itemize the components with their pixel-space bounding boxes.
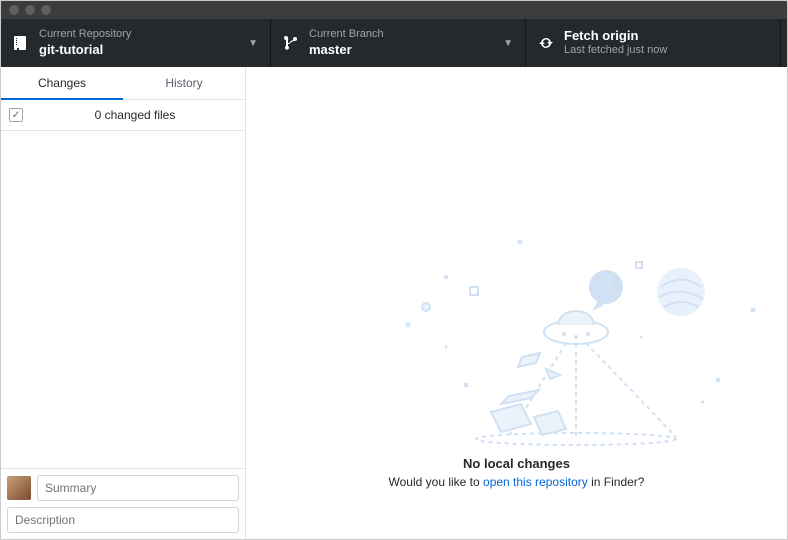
app-window: Current Repository git-tutorial ▼ Curren…	[0, 0, 788, 540]
zoom-dot[interactable]	[41, 5, 51, 15]
branch-switcher[interactable]: Current Branch master ▼	[271, 19, 526, 67]
minimize-dot[interactable]	[25, 5, 35, 15]
fetch-label: Fetch origin	[564, 28, 667, 44]
fetch-button[interactable]: Fetch origin Last fetched just now	[526, 19, 781, 67]
tab-history[interactable]: History	[123, 67, 245, 99]
changes-header: ✓ 0 changed files	[1, 100, 245, 131]
avatar	[7, 476, 31, 500]
svg-text:?: ?	[601, 277, 612, 297]
body: Changes History ✓ 0 changed files	[1, 67, 787, 539]
empty-state-illustration: ?	[246, 237, 786, 497]
titlebar	[1, 1, 787, 19]
tab-changes[interactable]: Changes	[1, 67, 123, 100]
main-pane: ?	[246, 67, 787, 539]
changes-list	[1, 131, 245, 468]
top-toolbar: Current Repository git-tutorial ▼ Curren…	[1, 19, 787, 67]
repo-icon	[13, 35, 29, 51]
chevron-down-icon: ▼	[248, 38, 258, 49]
branch-switcher-label: Current Branch	[309, 28, 384, 42]
chevron-down-icon: ▼	[503, 38, 513, 49]
branch-icon	[283, 35, 299, 51]
sidebar: Changes History ✓ 0 changed files	[1, 67, 246, 539]
repository-switcher[interactable]: Current Repository git-tutorial ▼	[1, 19, 271, 67]
changes-count: 0 changed files	[33, 108, 237, 122]
sidebar-tabs: Changes History	[1, 67, 245, 100]
repo-switcher-value: git-tutorial	[39, 42, 131, 58]
sync-icon	[538, 35, 554, 51]
summary-input[interactable]	[37, 475, 239, 501]
branch-switcher-value: master	[309, 42, 384, 58]
commit-form	[1, 468, 245, 539]
fetch-status: Last fetched just now	[564, 44, 667, 58]
select-all-checkbox[interactable]: ✓	[9, 108, 23, 122]
description-input[interactable]	[7, 507, 239, 533]
repo-switcher-label: Current Repository	[39, 28, 131, 42]
close-dot[interactable]	[9, 5, 19, 15]
